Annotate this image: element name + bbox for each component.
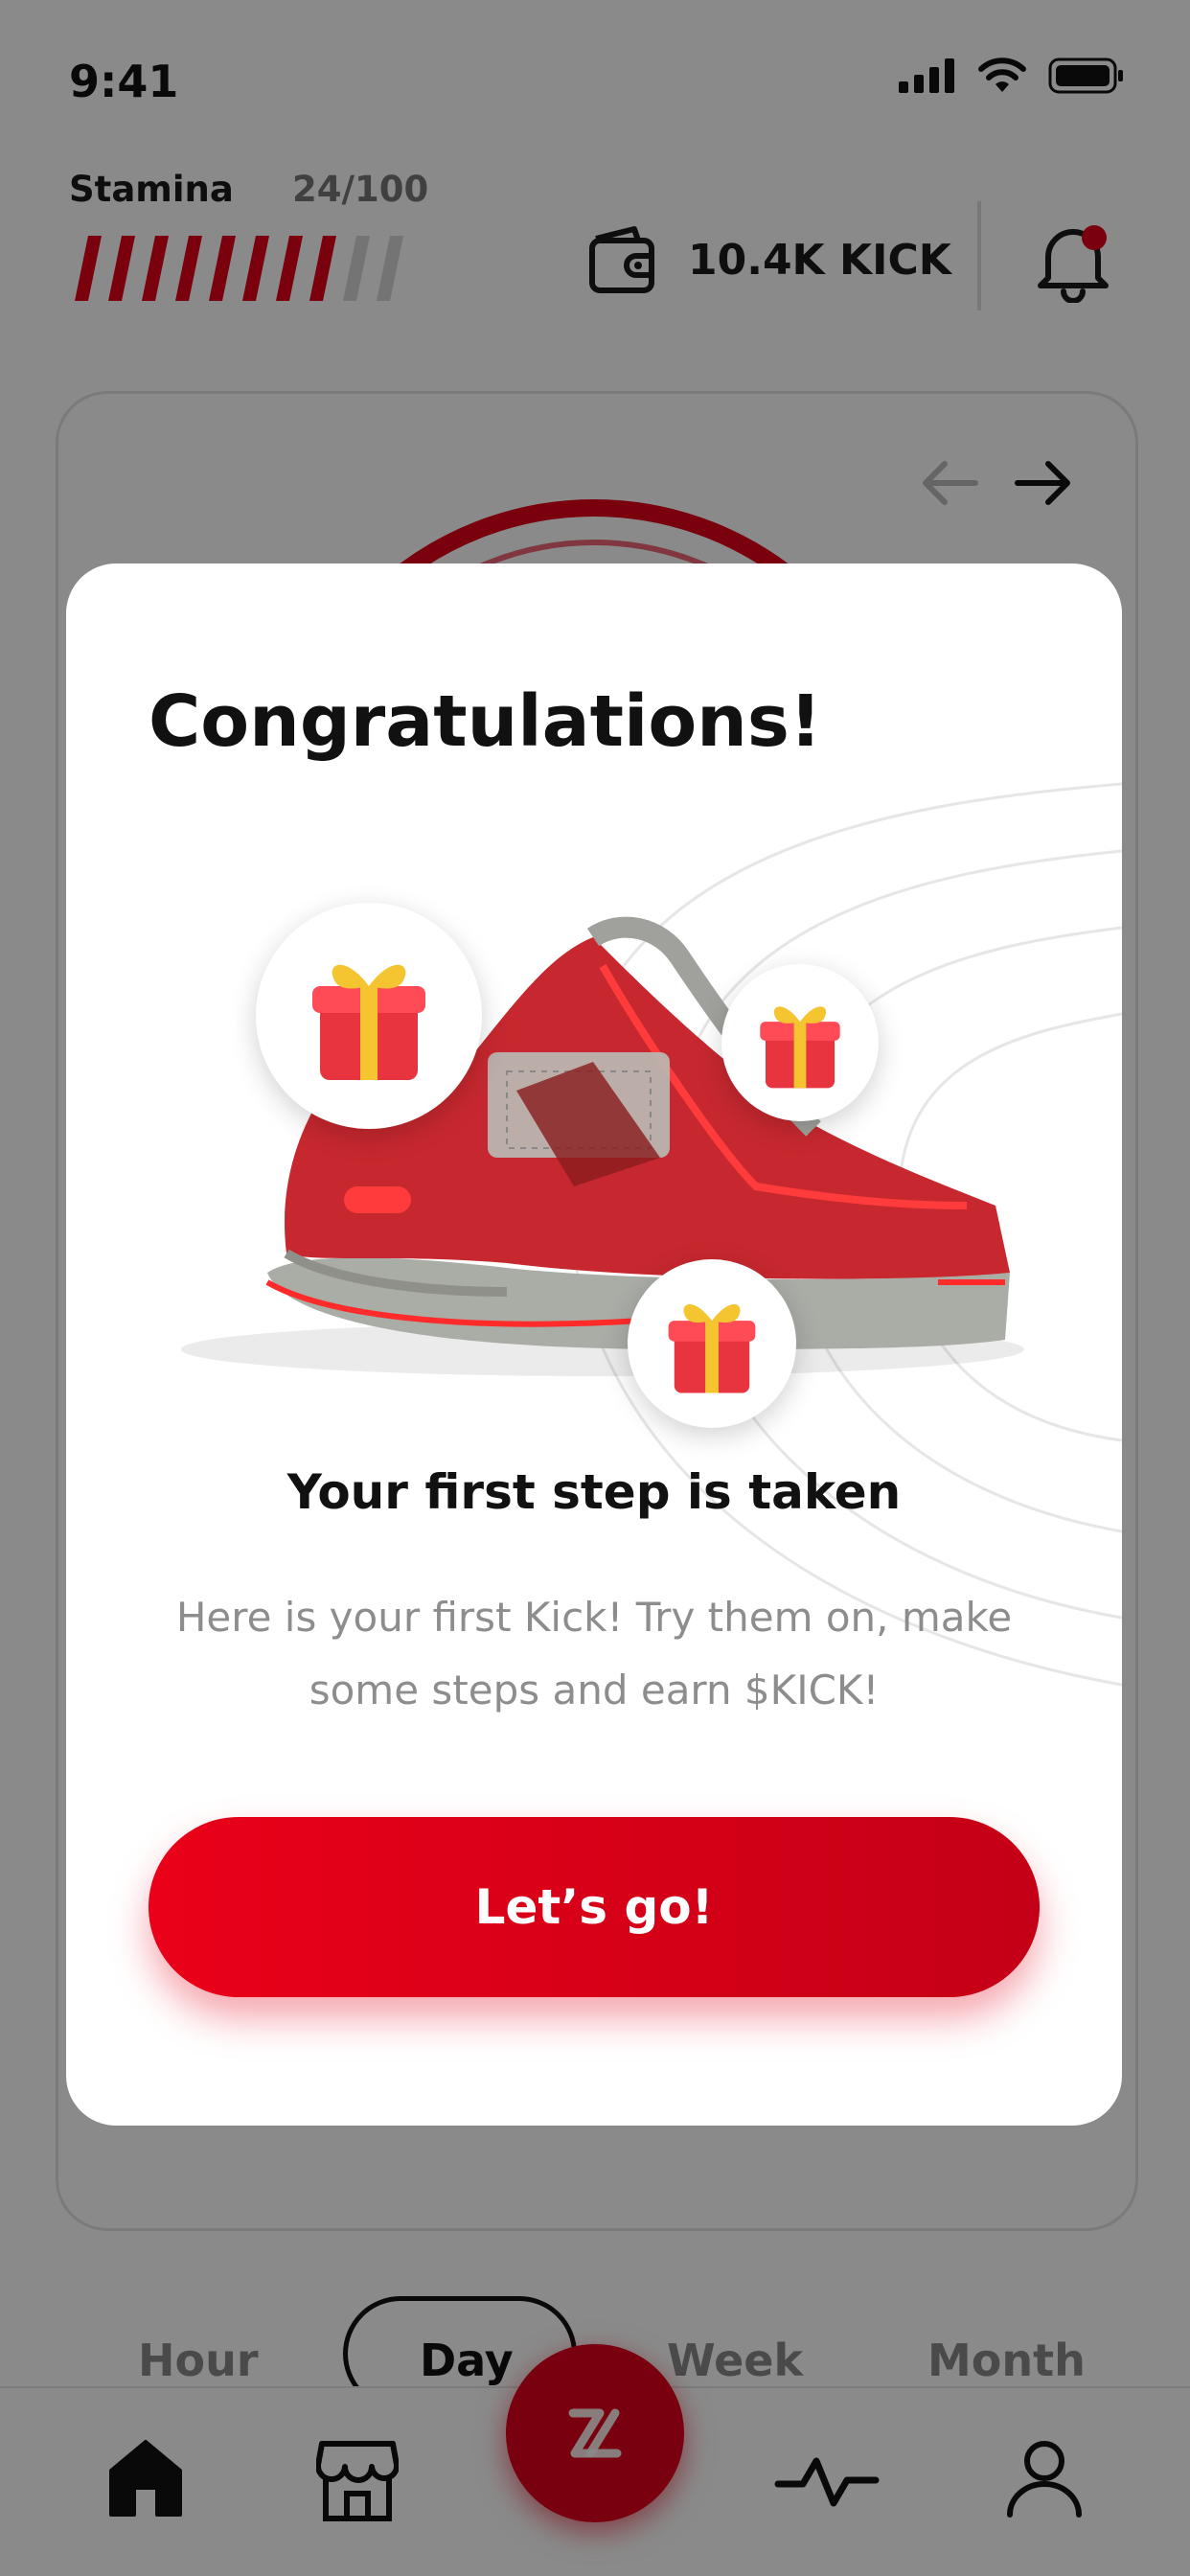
modal-body-text: Here is your first Kick! Try them on, ma… — [175, 1594, 1013, 1714]
modal-title: Congratulations! — [149, 680, 822, 763]
gift-icon — [760, 1006, 840, 1089]
modal-subtitle: Your first step is taken — [286, 1464, 902, 1520]
lets-go-button[interactable]: Let’s go! — [149, 1817, 1040, 1997]
gift-bubble-large — [256, 903, 482, 1129]
gift-bubble-medium — [628, 1259, 796, 1428]
gift-icon — [668, 1303, 756, 1393]
sneaker-illustration — [143, 870, 1063, 1428]
gift-bubble-small — [721, 964, 879, 1121]
congratulations-modal: Congratulations! Your first step is take… — [66, 564, 1122, 2126]
gift-icon — [312, 964, 425, 1080]
